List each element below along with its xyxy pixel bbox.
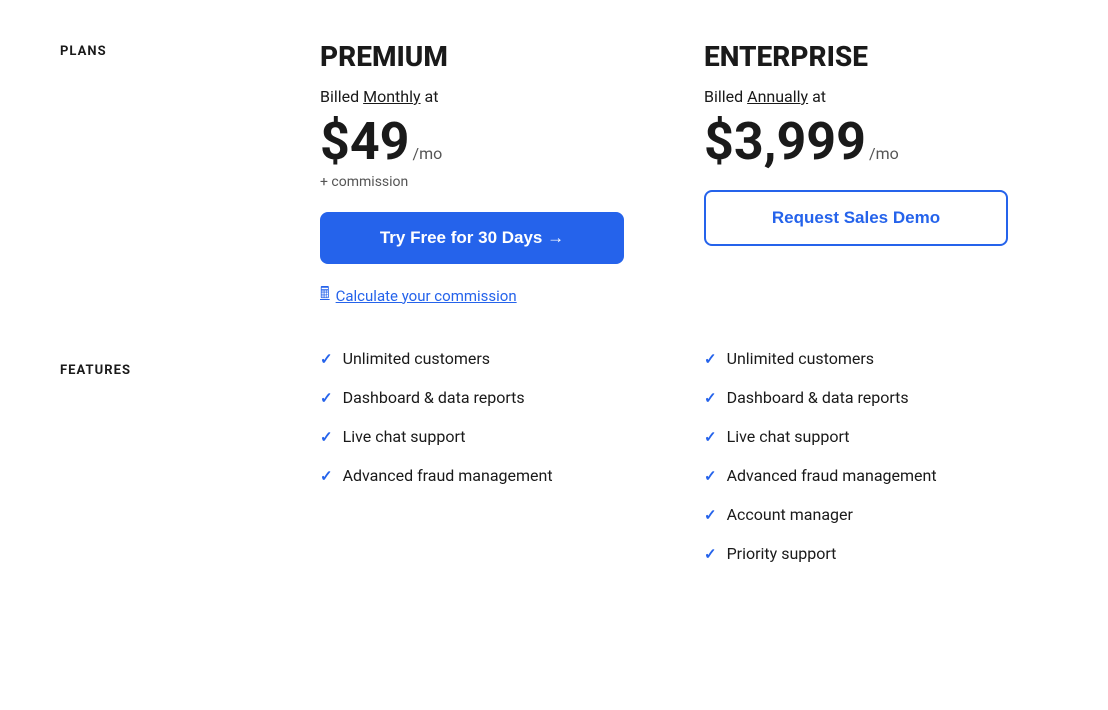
- enterprise-price-period: /mo: [869, 144, 899, 163]
- enterprise-cta-button[interactable]: Request Sales Demo: [704, 190, 1008, 246]
- premium-features-column: ✓ Unlimited customers ✓ Dashboard & data…: [280, 349, 664, 623]
- check-icon: ✓: [704, 545, 717, 563]
- features-label-cell: FEATURES: [60, 349, 280, 623]
- feature-label: Account manager: [727, 505, 853, 524]
- enterprise-billing: Billed Annually at: [704, 87, 1008, 106]
- feature-label: Priority support: [727, 544, 837, 563]
- feature-label: Dashboard & data reports: [343, 388, 525, 407]
- feature-label: Unlimited customers: [343, 349, 490, 368]
- list-item: ✓ Unlimited customers: [320, 349, 624, 368]
- enterprise-features-column: ✓ Unlimited customers ✓ Dashboard & data…: [664, 349, 1048, 623]
- list-item: ✓ Advanced fraud management: [704, 466, 1008, 485]
- premium-billing-suffix: at: [425, 87, 439, 106]
- calculate-commission-link[interactable]: 🖩 Calculate your commission: [320, 282, 624, 309]
- enterprise-column: ENTERPRISE Billed Annually at $3,999 /mo…: [664, 40, 1048, 349]
- premium-billing-prefix: Billed: [320, 87, 359, 106]
- feature-label: Dashboard & data reports: [727, 388, 909, 407]
- enterprise-billing-suffix: at: [812, 87, 826, 106]
- premium-cta-button[interactable]: Try Free for 30 Days →: [320, 212, 624, 264]
- feature-label: Advanced fraud management: [343, 466, 553, 485]
- check-icon: ✓: [704, 506, 717, 524]
- enterprise-price-amount: $3,999: [704, 116, 866, 168]
- check-icon: ✓: [704, 467, 717, 485]
- check-icon: ✓: [704, 350, 717, 368]
- premium-price-amount: $49: [320, 116, 410, 168]
- calc-link-label: Calculate your commission: [336, 287, 517, 305]
- feature-label: Unlimited customers: [727, 349, 874, 368]
- calculator-icon: 🖩: [320, 282, 330, 309]
- check-icon: ✓: [320, 389, 333, 407]
- enterprise-features-list: ✓ Unlimited customers ✓ Dashboard & data…: [704, 349, 1008, 563]
- plans-section-label: PLANS: [60, 36, 107, 59]
- pricing-grid: PLANS PREMIUM Billed Monthly at $49 /mo …: [60, 40, 1048, 623]
- premium-billing: Billed Monthly at: [320, 87, 624, 106]
- enterprise-price-row: $3,999 /mo: [704, 116, 1008, 168]
- feature-label: Live chat support: [343, 427, 466, 446]
- check-icon: ✓: [320, 428, 333, 446]
- premium-column: PREMIUM Billed Monthly at $49 /mo + comm…: [280, 40, 664, 349]
- premium-price-row: $49 /mo: [320, 116, 624, 168]
- list-item: ✓ Live chat support: [320, 427, 624, 446]
- check-icon: ✓: [320, 350, 333, 368]
- enterprise-billing-prefix: Billed: [704, 87, 743, 106]
- premium-title: PREMIUM: [320, 40, 624, 73]
- list-item: ✓ Unlimited customers: [704, 349, 1008, 368]
- plans-label-cell: PLANS: [60, 40, 280, 349]
- list-item: ✓ Dashboard & data reports: [320, 388, 624, 407]
- list-item: ✓ Live chat support: [704, 427, 1008, 446]
- features-section-label: FEATURES: [60, 355, 131, 378]
- list-item: ✓ Advanced fraud management: [320, 466, 624, 485]
- check-icon: ✓: [704, 389, 717, 407]
- list-item: ✓ Account manager: [704, 505, 1008, 524]
- check-icon: ✓: [320, 467, 333, 485]
- list-item: ✓ Priority support: [704, 544, 1008, 563]
- premium-price-note: + commission: [320, 174, 624, 190]
- feature-label: Advanced fraud management: [727, 466, 937, 485]
- premium-features-list: ✓ Unlimited customers ✓ Dashboard & data…: [320, 349, 624, 485]
- premium-billing-period: Monthly: [363, 87, 420, 106]
- enterprise-billing-period: Annually: [747, 87, 808, 106]
- check-icon: ✓: [704, 428, 717, 446]
- list-item: ✓ Dashboard & data reports: [704, 388, 1008, 407]
- enterprise-title: ENTERPRISE: [704, 40, 1008, 73]
- premium-price-period: /mo: [413, 144, 443, 163]
- feature-label: Live chat support: [727, 427, 850, 446]
